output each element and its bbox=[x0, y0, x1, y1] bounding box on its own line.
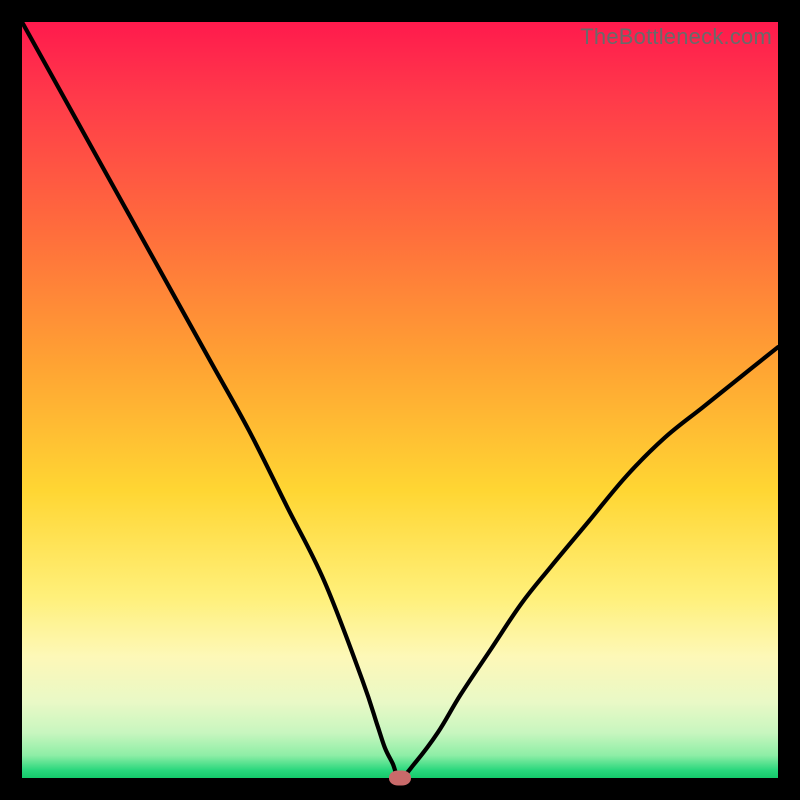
chart-frame: TheBottleneck.com bbox=[22, 22, 778, 778]
bottleneck-curve bbox=[22, 22, 778, 778]
optimal-point-marker bbox=[389, 771, 411, 786]
